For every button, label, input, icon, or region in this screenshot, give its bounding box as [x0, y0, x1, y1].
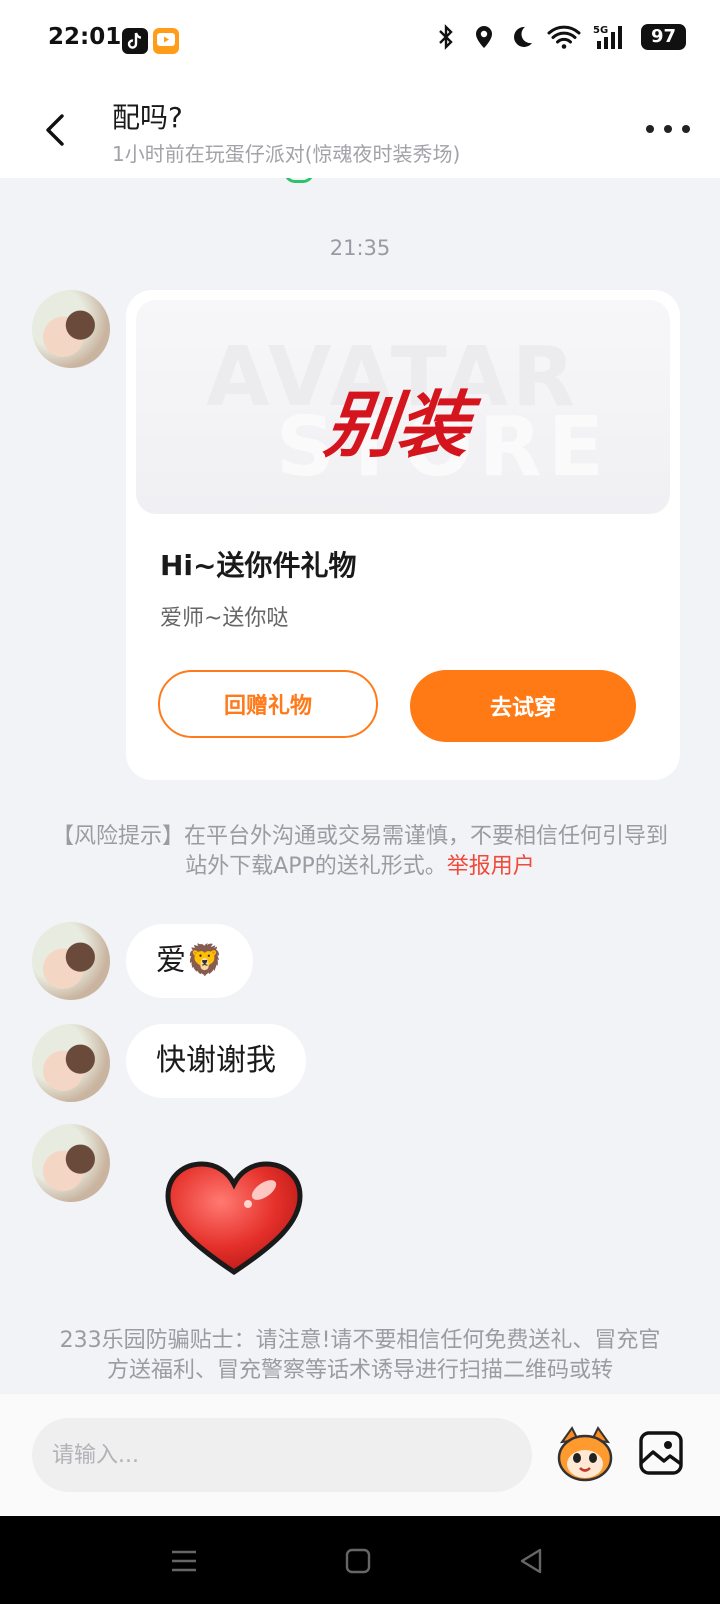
chat-header: 配吗? 1小时前在玩蛋仔派对(惊魂夜时装秀场): [0, 82, 720, 178]
home-icon[interactable]: [342, 1546, 374, 1576]
more-dot-icon: [646, 125, 654, 133]
heart-sticker-icon[interactable]: [162, 1160, 306, 1280]
emoji-button[interactable]: [554, 1422, 616, 1484]
more-options-button[interactable]: [646, 112, 690, 146]
return-gift-button[interactable]: 回赠礼物: [158, 670, 378, 738]
avatar[interactable]: [32, 1124, 110, 1202]
chat-area[interactable]: 21:35 AVATAR STORE 别装 Hi~送你件礼物 爱师~送你哒 回赠…: [0, 178, 720, 1394]
more-dot-icon: [682, 125, 690, 133]
message-timestamp: 21:35: [329, 236, 391, 260]
system-navigation-bar: [0, 1516, 720, 1604]
report-user-link[interactable]: 举报用户: [447, 854, 535, 879]
gift-card[interactable]: AVATAR STORE 别装 Hi~送你件礼物 爱师~送你哒 回赠礼物 去试穿: [126, 290, 680, 780]
location-icon: [471, 24, 497, 50]
anti-fraud-tips: 233乐园防骗贴士：请注意!请不要相信任何免费送礼、冒充官方送福利、冒充警察等话…: [59, 1328, 661, 1383]
input-bar: [0, 1394, 720, 1516]
gift-card-title: Hi~送你件礼物: [160, 549, 357, 582]
risk-notice: 【风险提示】在平台外沟通或交易需谨慎，不要相信任何引导到站外下载APP的送礼形式…: [50, 822, 670, 882]
page-title: 配吗?: [112, 101, 183, 134]
banner-title: 别装: [320, 382, 474, 467]
image-upload-button[interactable]: [638, 1430, 684, 1476]
image-icon: [639, 1431, 683, 1475]
app-icon: [153, 28, 179, 54]
gift-card-description: 爱师~送你哒: [160, 606, 289, 631]
wifi-icon: [547, 24, 581, 50]
avatar[interactable]: [32, 1024, 110, 1102]
status-time: 22:01: [48, 24, 122, 50]
page-subtitle: 1小时前在玩蛋仔派对(惊魂夜时装秀场): [112, 142, 461, 166]
avatar[interactable]: [32, 290, 110, 368]
back-button[interactable]: [36, 110, 76, 150]
avatar[interactable]: [32, 922, 110, 1000]
risk-notice-text: 【风险提示】在平台外沟通或交易需谨慎，不要相信任何引导到站外下载APP的送礼形式…: [51, 824, 668, 879]
message-bubble[interactable]: 快谢谢我: [126, 1024, 306, 1098]
message-input[interactable]: [32, 1418, 532, 1492]
chevron-left-icon: [46, 114, 64, 146]
status-bar: 22:01 5G 97: [0, 0, 720, 82]
online-indicator-icon: [284, 178, 314, 183]
back-nav-icon[interactable]: [516, 1546, 548, 1576]
svg-text:5G: 5G: [593, 25, 608, 36]
battery-indicator: 97: [640, 24, 686, 50]
mascot-emoji-icon: [557, 1426, 613, 1482]
message-bubble[interactable]: 爱🦁: [126, 924, 254, 998]
tiktok-icon: [122, 28, 148, 54]
more-dot-icon: [664, 125, 672, 133]
gift-banner-image: AVATAR STORE 别装: [136, 300, 670, 514]
bluetooth-icon: [433, 24, 459, 50]
try-on-button[interactable]: 去试穿: [410, 670, 636, 742]
menu-icon[interactable]: [168, 1546, 200, 1576]
signal-5g-icon: 5G: [593, 24, 629, 50]
moon-icon: [509, 24, 535, 50]
